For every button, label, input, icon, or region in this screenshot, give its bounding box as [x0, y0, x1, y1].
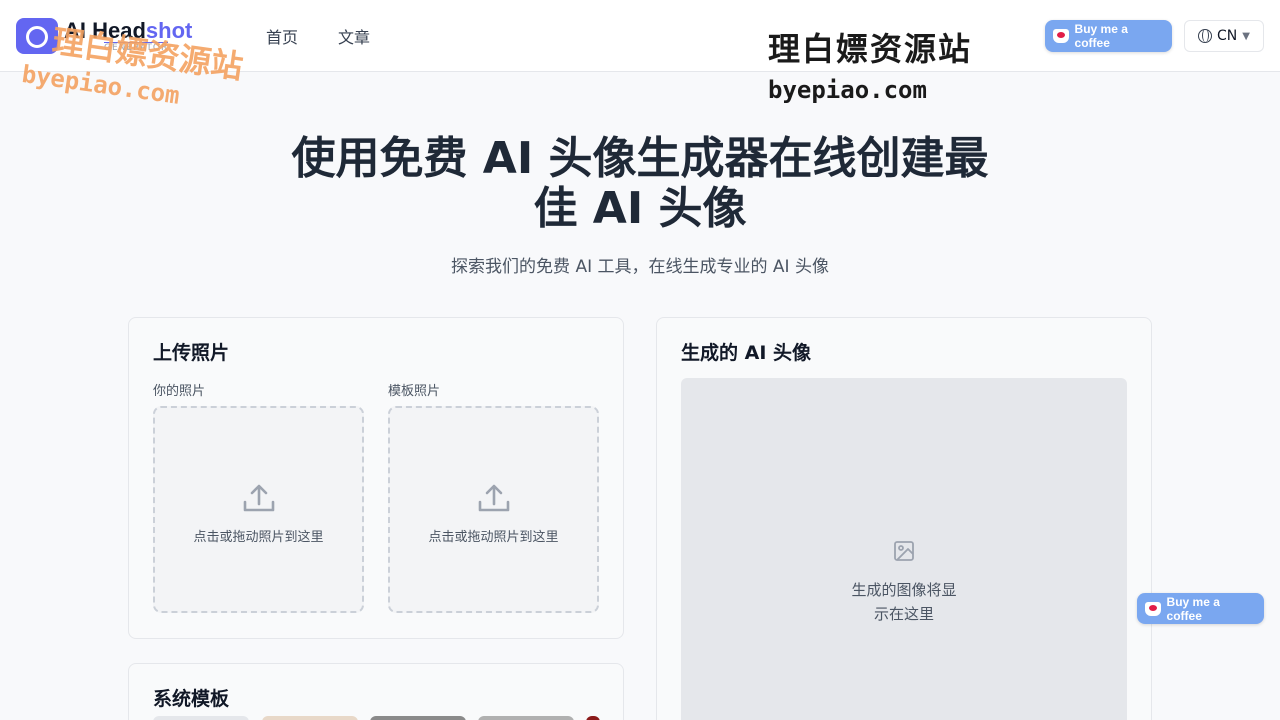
language-select[interactable]: CN ▼: [1184, 20, 1264, 52]
chevron-down-icon: ▼: [1242, 30, 1250, 42]
nav-home[interactable]: 首页: [266, 24, 298, 48]
your-photo-drop-hint: 点击或拖动照片到这里: [193, 530, 324, 545]
page-title-line1: 使用免费 AI 头像生成器在线创建最: [291, 133, 989, 184]
coffee-cup-icon: [1145, 601, 1161, 616]
template-thumb[interactable]: [153, 716, 249, 720]
templates-card-title: 系统模板: [153, 688, 230, 710]
template-thumb[interactable]: [478, 716, 574, 720]
result-card-title: 生成的 AI 头像: [681, 342, 812, 364]
template-thumb[interactable]: [262, 716, 358, 720]
coffee-cup-icon: [1053, 29, 1069, 43]
globe-icon: [1198, 29, 1213, 43]
result-preview: 生成的图像将显 示在这里: [681, 378, 1127, 720]
result-placeholder-line2: 示在这里: [873, 605, 934, 623]
upload-icon: [243, 484, 275, 512]
image-icon: [894, 541, 914, 561]
nav-articles[interactable]: 文章: [338, 24, 370, 48]
buy-coffee-button[interactable]: Buy me a coffee: [1045, 20, 1172, 52]
watermark-domain: byepiao.com: [768, 76, 927, 104]
template-photo-dropzone[interactable]: 点击或拖动照片到这里: [388, 406, 599, 613]
page-title: 使用免费 AI 头像生成器在线创建最 佳 AI 头像: [240, 134, 1040, 234]
template-thumb[interactable]: [586, 716, 600, 720]
floating-coffee-button[interactable]: Buy me a coffee: [1137, 593, 1264, 624]
buy-coffee-label: Buy me a coffee: [1074, 22, 1128, 50]
templates-card: 系统模板: [128, 663, 624, 720]
upload-card-title: 上传照片: [153, 342, 230, 364]
upload-icon: [478, 484, 510, 512]
template-photo-label: 模板照片: [388, 384, 441, 399]
page-subtitle: 探索我们的免费 AI 工具，在线生成专业的 AI 头像: [451, 257, 829, 277]
template-photo-drop-hint: 点击或拖动照片到这里: [428, 530, 559, 545]
result-placeholder-text: 生成的图像将显 示在这里: [681, 578, 1127, 626]
watermark-title: 理白嫖资源站: [768, 30, 973, 68]
result-card: 生成的 AI 头像 生成的图像将显 示在这里: [656, 317, 1152, 720]
result-placeholder-line1: 生成的图像将显: [851, 581, 957, 599]
upload-card: 上传照片 你的照片 模板照片 点击或拖动照片到这里 点击或拖动照片到这里: [128, 317, 624, 639]
page-title-line2: 佳 AI 头像: [533, 183, 747, 234]
floating-coffee-label: Buy me a coffee: [1166, 594, 1220, 623]
language-label: CN: [1217, 28, 1238, 44]
template-thumb[interactable]: [370, 716, 466, 720]
your-photo-dropzone[interactable]: 点击或拖动照片到这里: [153, 406, 364, 613]
your-photo-label: 你的照片: [153, 384, 206, 399]
